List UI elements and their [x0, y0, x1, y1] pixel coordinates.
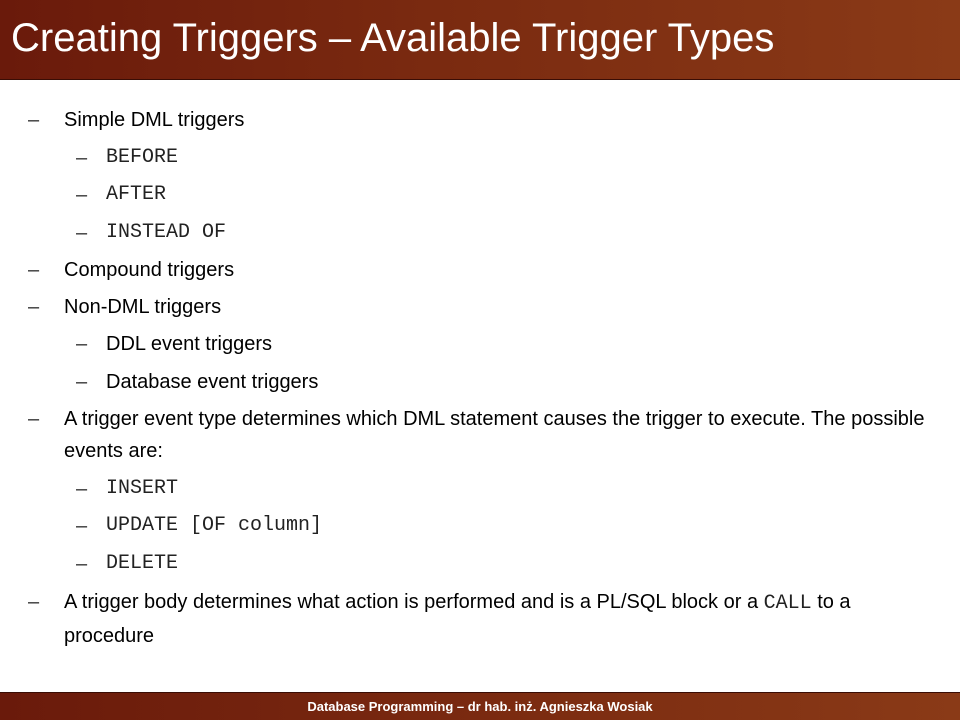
- dash-glyph: –: [28, 109, 40, 131]
- footer-text: Database Programming – dr hab. inż. Agni…: [307, 699, 653, 714]
- dash-glyph: –: [76, 333, 88, 355]
- bullet-text: Simple DML triggers: [64, 109, 245, 131]
- bullet-text: A trigger body determines what action is…: [64, 586, 944, 652]
- bullet-text: DDL event triggers: [106, 333, 272, 355]
- bullet-text: UPDATE [OF column]: [106, 514, 323, 537]
- bullet-text: BEFORE: [106, 146, 179, 169]
- bullet-text: INSTEAD OF: [106, 221, 227, 244]
- dash-glyph: –: [76, 515, 88, 537]
- bullet-text: DELETE: [106, 552, 179, 575]
- bullet-text: AFTER: [106, 183, 167, 206]
- dash-glyph: –: [76, 147, 88, 169]
- dash-glyph: –: [76, 478, 88, 500]
- dash-glyph: –: [76, 184, 88, 206]
- footer-bar: Database Programming – dr hab. inż. Agni…: [0, 692, 960, 720]
- bullet-text: Database event triggers: [106, 371, 319, 393]
- dash-glyph: –: [28, 296, 40, 318]
- bullet-text: A trigger event type determines which DM…: [64, 408, 925, 462]
- dash-glyph: –: [28, 591, 40, 613]
- dash-glyph: –: [76, 222, 88, 244]
- body-text-part1: A trigger body determines what action is…: [64, 591, 764, 613]
- title-bar: Creating Triggers – Available Trigger Ty…: [0, 0, 960, 80]
- bullet-text: Non-DML triggers: [64, 296, 222, 318]
- dash-glyph: –: [76, 553, 88, 575]
- bullet-text: Compound triggers: [64, 259, 235, 281]
- dash-glyph: –: [76, 371, 88, 393]
- bullet-text: INSERT: [106, 477, 179, 500]
- slide-title: Creating Triggers – Available Trigger Ty…: [11, 16, 775, 60]
- call-keyword: CALL: [763, 592, 812, 615]
- dash-glyph: –: [28, 259, 40, 281]
- dash-glyph: –: [28, 408, 40, 430]
